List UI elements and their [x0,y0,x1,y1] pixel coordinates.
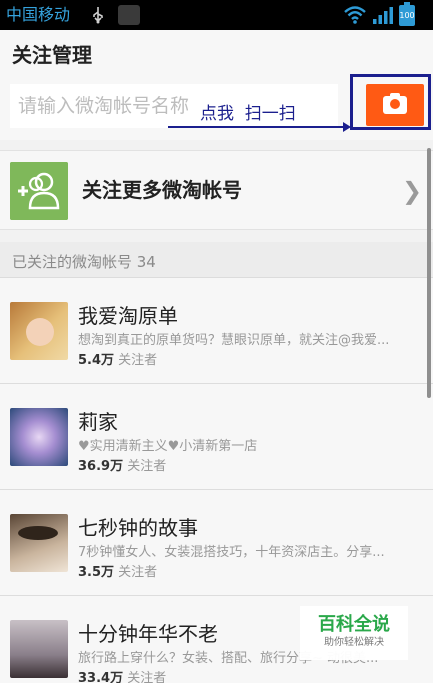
follower-label: 关注者 [118,565,158,580]
usb-icon [93,7,103,24]
account-name: 七秒钟的故事 [78,516,198,540]
follower-count: 3.5万 [78,565,115,580]
chevron-right-icon: ❯ [402,177,423,205]
carrier-name: 中国移动 [6,5,71,24]
follow-more-label: 关注更多微淘帐号 [82,178,242,202]
list-item[interactable]: 七秒钟的故事 7秒钟懂女人、女装混搭技巧，十年资深店主。分享... 3.5万 关… [0,490,433,596]
account-desc: 想淘到真正的原单货吗？慧眼识原单，就关注@我爱... [78,333,390,348]
watermark: 百科全说 助你轻松解决 [300,606,408,660]
follower-stat: 3.5万 关注者 [78,564,157,582]
scan-button[interactable] [366,84,424,126]
status-bar: 中国移动 100 [0,0,433,30]
scrollbar[interactable] [427,148,431,398]
follower-count: 36.9万 [78,459,124,474]
notification-icon [118,5,140,25]
add-user-icon [10,162,68,220]
follower-label: 关注者 [118,353,158,368]
annotation-arrow-line [168,126,348,128]
avatar [10,408,68,466]
camera-icon [383,93,407,114]
follower-count: 5.4万 [78,353,115,368]
page-title: 关注管理 [12,43,92,67]
account-name: 我爱淘原单 [78,304,178,328]
watermark-subtitle: 助你轻松解决 [324,637,384,648]
followed-count-label: 已关注的微淘帐号 34 [12,253,156,271]
annotation-label: 点我 扫一扫 [200,104,296,124]
annotation-arrow-head-icon [343,122,351,132]
watermark-title: 百科全说 [318,614,390,635]
account-name: 十分钟年华不老 [78,622,218,646]
avatar [10,620,68,678]
list-item[interactable]: 我爱淘原单 想淘到真正的原单货吗？慧眼识原单，就关注@我爱... 5.4万 关注… [0,278,433,384]
wifi-icon [344,6,366,24]
account-desc: 7秒钟懂女人、女装混搭技巧，十年资深店主。分享... [78,545,385,560]
avatar [10,302,68,360]
follower-label: 关注者 [127,671,167,683]
follower-stat: 33.4万 关注者 [78,670,166,683]
follow-more-row[interactable]: 关注更多微淘帐号 ❯ [0,150,433,230]
avatar [10,514,68,572]
follower-stat: 36.9万 关注者 [78,458,166,476]
account-name: 莉家 [78,410,118,434]
follower-count: 33.4万 [78,671,124,683]
search-row: 点我 扫一扫 [0,74,433,140]
follower-label: 关注者 [127,459,167,474]
section-header: 已关注的微淘帐号 34 [0,242,433,278]
signal-icon [373,7,393,24]
follower-stat: 5.4万 关注者 [78,352,157,370]
battery-icon: 100 [399,2,415,26]
account-desc: ♥实用清新主义♥小清新第一店 [78,439,258,454]
app-header: 关注管理 [0,30,433,78]
list-item[interactable]: 莉家 ♥实用清新主义♥小清新第一店 36.9万 关注者 [0,384,433,490]
